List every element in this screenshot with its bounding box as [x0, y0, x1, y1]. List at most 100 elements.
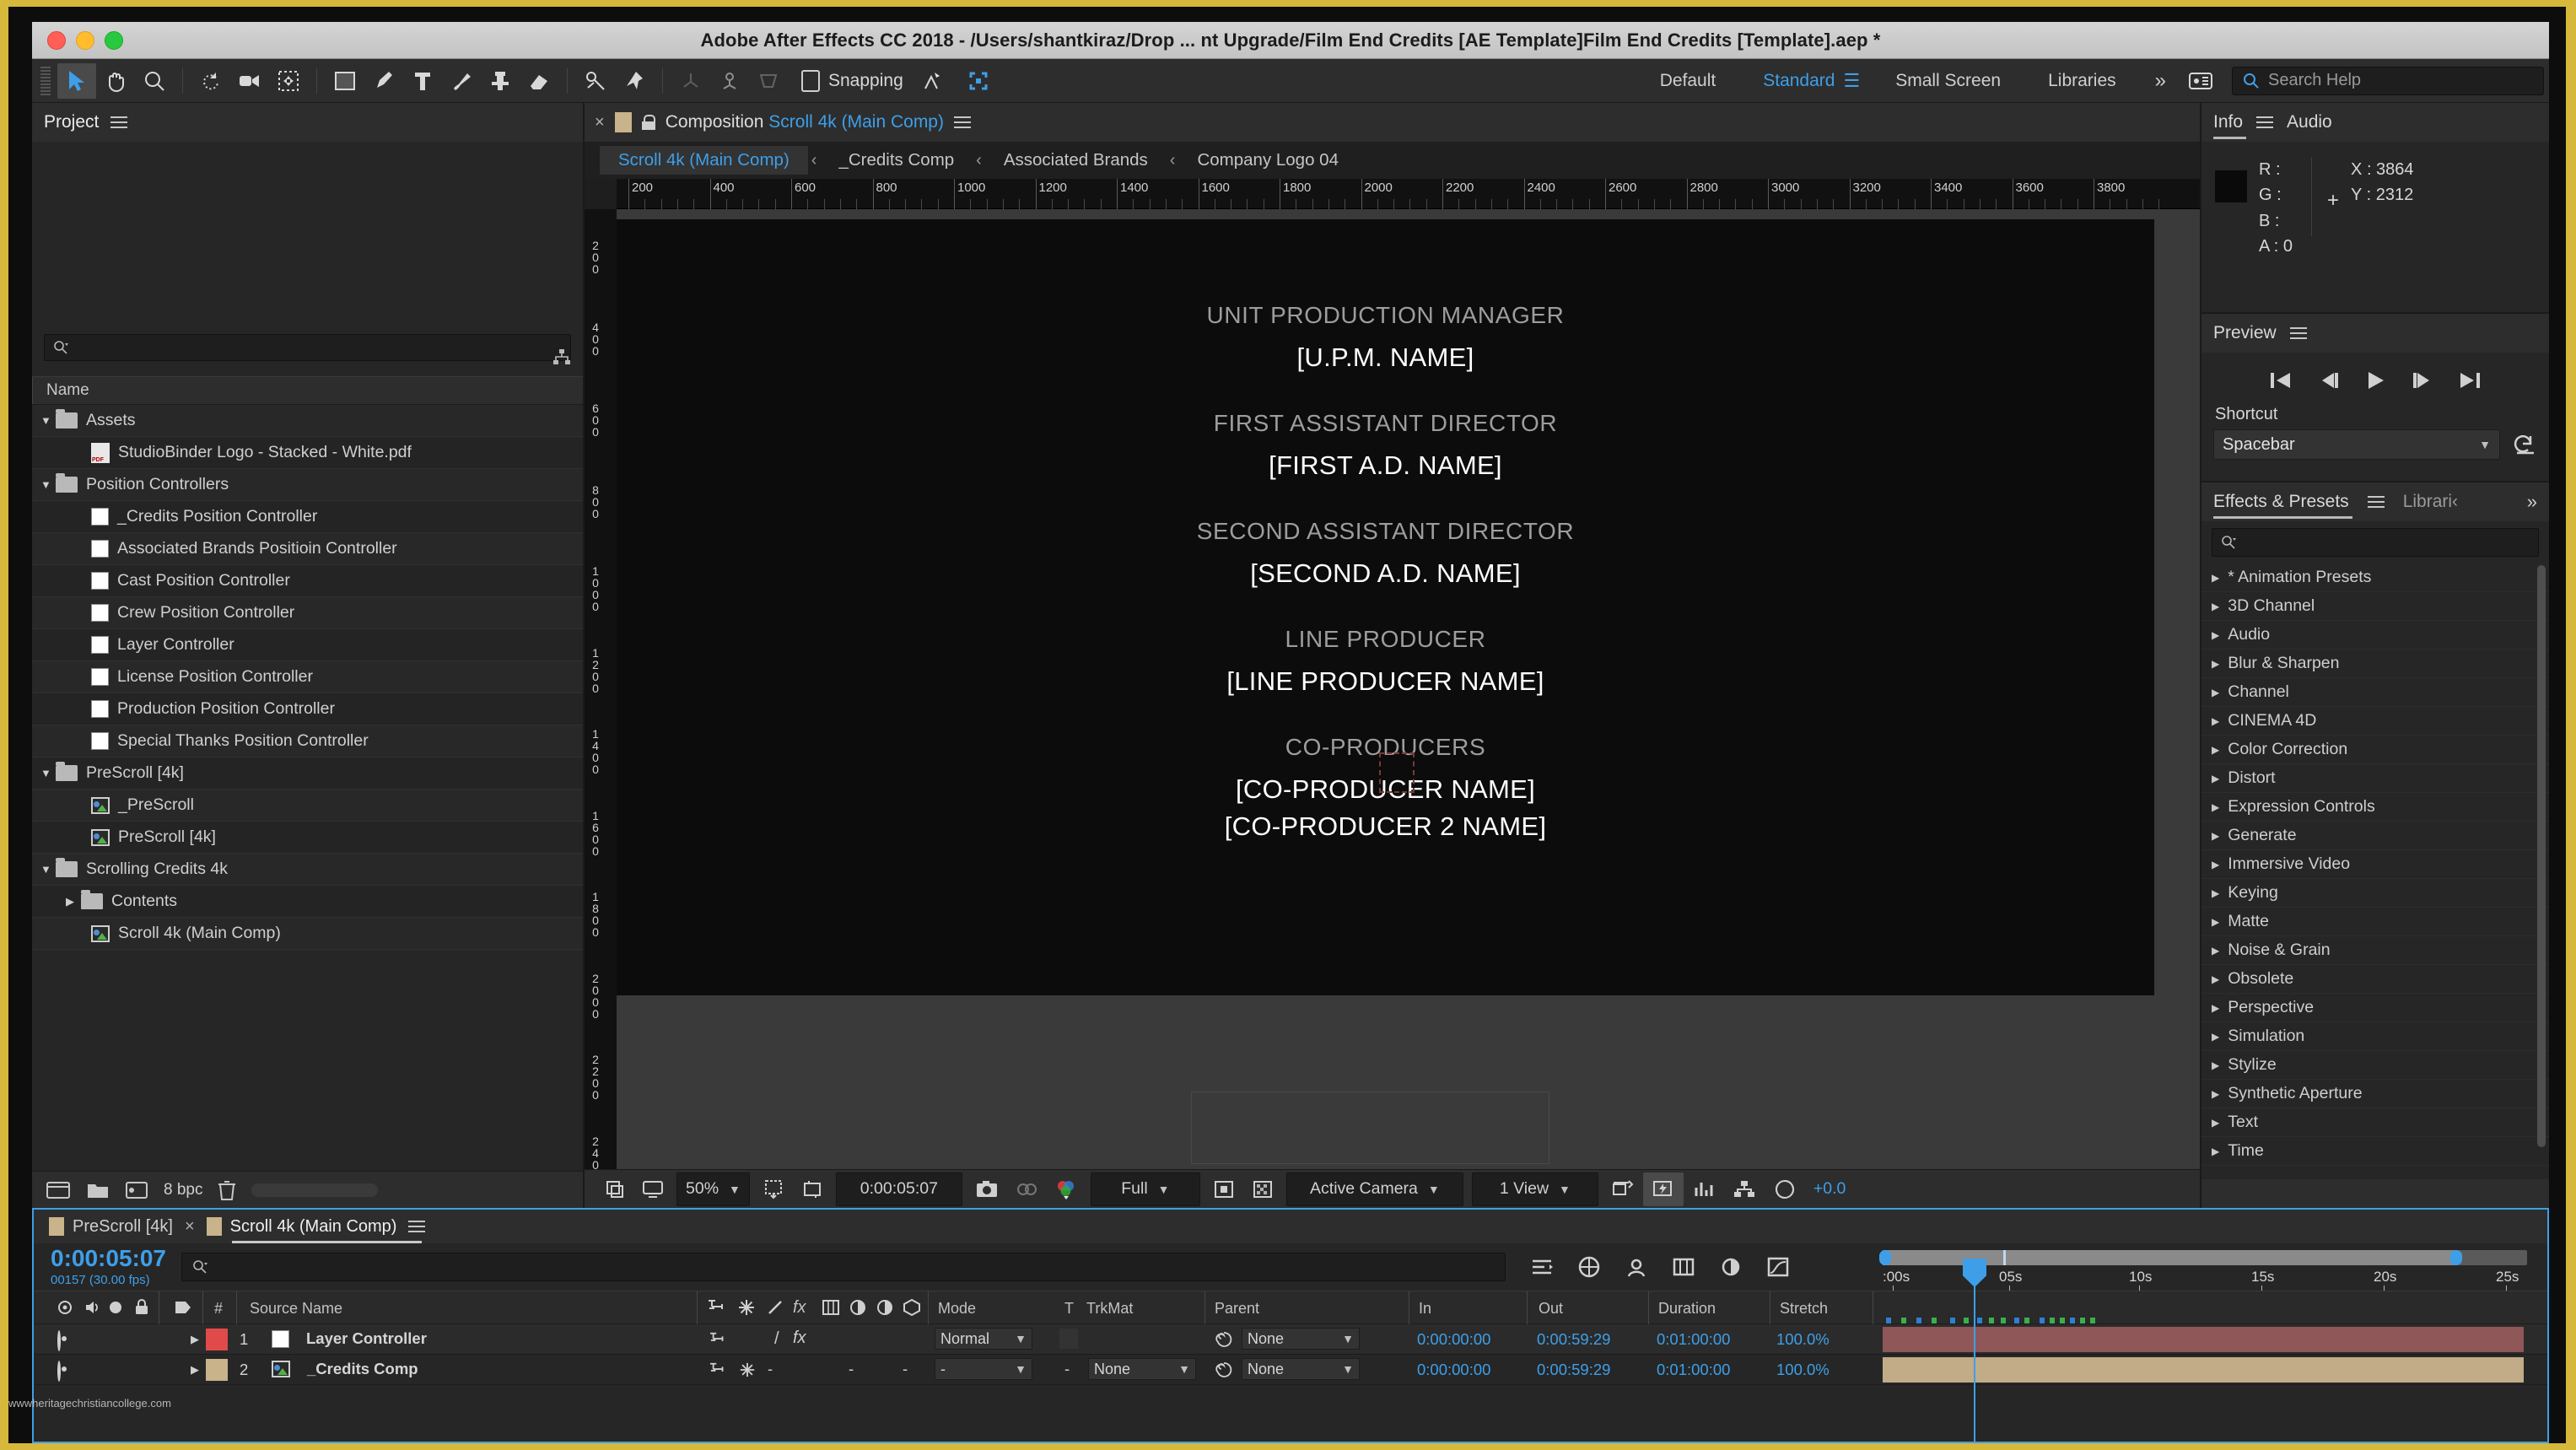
breadcrumb-item[interactable]: Associated Brands	[985, 150, 1167, 170]
close-timeline-tab-icon[interactable]: ×	[185, 1217, 195, 1237]
effects-category-row[interactable]: ▶ CINEMA 4D	[2201, 707, 2549, 736]
layer-trkmat-select[interactable]: None ▼	[1088, 1358, 1196, 1380]
solo-header-icon[interactable]	[110, 1302, 121, 1313]
timeline-panel-menu-icon[interactable]	[408, 1217, 426, 1236]
graph-editor-icon[interactable]	[1765, 1254, 1791, 1280]
layer-parent-switch-icon[interactable]	[709, 1331, 729, 1352]
workspace-standard[interactable]: Standard	[1739, 71, 1858, 91]
effects-category-row[interactable]: ▶ Keying	[2201, 879, 2549, 908]
effects-category-row[interactable]: ▶ 3D Channel	[2201, 592, 2549, 621]
project-color-depth[interactable]: 8 bpc	[164, 1181, 202, 1199]
label-header-icon[interactable]	[174, 1299, 192, 1320]
toggle-transparency-grid-icon[interactable]	[1243, 1172, 1282, 1206]
camera-view-select[interactable]: Active Camera ▼	[1285, 1172, 1463, 1206]
project-item[interactable]: ▼ PreScroll [4k]	[32, 757, 583, 790]
pixel-aspect-correction-icon[interactable]	[1603, 1172, 1643, 1206]
effects-category-row[interactable]: ▶ Channel	[2201, 678, 2549, 707]
effects-category-row[interactable]: ▶ Expression Controls	[2201, 793, 2549, 822]
lock-icon[interactable]	[641, 115, 655, 130]
new-folder-icon[interactable]	[86, 1180, 110, 1200]
take-snapshot-icon[interactable]	[967, 1172, 1007, 1206]
layer-fx-icon[interactable]: fx	[793, 1329, 806, 1348]
time-indicator[interactable]	[1963, 1259, 1986, 1442]
layer-in-time[interactable]: 0:00:00:00	[1417, 1330, 1490, 1349]
first-frame-button[interactable]	[2268, 369, 2293, 391]
chevron-right-icon[interactable]: ▶	[2212, 830, 2219, 842]
project-flowchart-icon[interactable]	[552, 349, 571, 370]
new-comp-icon[interactable]	[46, 1180, 71, 1200]
last-frame-button[interactable]	[2457, 369, 2482, 391]
breadcrumb-item[interactable]: _Credits Comp	[820, 150, 973, 170]
project-item[interactable]: _Credits Position Controller	[32, 501, 583, 533]
puppet-pin-tool-button[interactable]	[615, 63, 654, 99]
effects-category-row[interactable]: ▶ Time	[2201, 1137, 2549, 1166]
effects-category-row[interactable]: ▶ Obsolete	[2201, 965, 2549, 994]
chevron-right-icon[interactable]: ▶	[2212, 744, 2219, 756]
composition-mini-flowchart-icon[interactable]	[1529, 1254, 1555, 1280]
hide-shy-layers-icon[interactable]	[1624, 1254, 1649, 1280]
project-item[interactable]: Associated Brands Positioin Controller	[32, 533, 583, 565]
fast-previews-icon[interactable]	[1642, 1172, 1684, 1206]
preview-panel-menu-icon[interactable]	[2289, 324, 2307, 342]
tab-effects-presets[interactable]: Effects & Presets	[2213, 492, 2352, 519]
effects-search-field[interactable]	[2212, 528, 2539, 557]
project-item[interactable]: License Position Controller	[32, 661, 583, 693]
breadcrumb-item[interactable]: Scroll 4k (Main Comp)	[600, 146, 808, 175]
layer-label-color[interactable]	[206, 1359, 228, 1381]
selection-tool-button[interactable]	[57, 62, 96, 99]
project-column-name[interactable]: Name	[32, 377, 583, 404]
snapping-control[interactable]: Snapping	[801, 63, 998, 99]
layer-video-toggle[interactable]	[57, 1330, 61, 1351]
effects-category-row[interactable]: ▶ * Animation Presets	[2201, 563, 2549, 592]
rotation-tool-button[interactable]	[191, 63, 230, 99]
toolbar-grip[interactable]	[40, 66, 51, 95]
table-row[interactable]: ▶ 2 _Credits Comp - - - - ▼ - None ▼ None ▼ 0:00:00:0…	[34, 1355, 2547, 1385]
chevron-right-icon[interactable]: ▶	[2212, 658, 2219, 670]
layer-label-color[interactable]	[206, 1329, 228, 1350]
chevron-right-icon[interactable]: ▶	[2212, 687, 2219, 698]
chevron-down-icon[interactable]: ▼	[40, 863, 56, 876]
channel-select-icon[interactable]	[1046, 1172, 1086, 1206]
project-item[interactable]: _PreScroll	[32, 790, 583, 822]
column-header-out[interactable]: Out	[1539, 1300, 1563, 1318]
effects-category-row[interactable]: ▶ Noise & Grain	[2201, 936, 2549, 965]
parent-pickwhip-icon[interactable]	[1215, 1330, 1233, 1353]
tab-project[interactable]: Project	[44, 112, 99, 132]
brush-tool-button[interactable]	[442, 63, 481, 99]
project-panel-menu-icon[interactable]	[110, 113, 128, 132]
always-preview-icon[interactable]	[596, 1172, 633, 1206]
column-header-stretch[interactable]: Stretch	[1780, 1300, 1828, 1318]
chevron-right-icon[interactable]: ▶	[2212, 715, 2219, 727]
column-header-source-name[interactable]: Source Name	[250, 1300, 342, 1318]
chevron-right-icon[interactable]: ▶	[2212, 1088, 2219, 1100]
exposure-reset-icon[interactable]	[1765, 1172, 1805, 1206]
project-settings-icon[interactable]	[125, 1180, 148, 1200]
layer-quality-icon[interactable]	[739, 1361, 756, 1383]
play-button[interactable]	[2363, 369, 2388, 391]
tab-libraries[interactable]: Librari‹	[2403, 492, 2458, 512]
draft-3d-icon[interactable]	[1576, 1254, 1602, 1280]
layer-mode-select[interactable]: - ▼	[935, 1358, 1032, 1380]
expand-layer-icon[interactable]: ▶	[191, 1333, 199, 1346]
column-header-in[interactable]: In	[1419, 1300, 1431, 1318]
workspace-overflow-icon[interactable]: »	[2140, 69, 2181, 93]
workspace-small-screen[interactable]: Small Screen	[1872, 71, 2024, 91]
shortcut-select[interactable]: Spacebar ▼	[2213, 429, 2500, 460]
motion-blur-icon[interactable]	[1718, 1254, 1743, 1280]
previous-frame-button[interactable]	[2315, 369, 2341, 391]
clone-stamp-tool-button[interactable]	[481, 63, 520, 99]
project-item[interactable]: Production Position Controller	[32, 693, 583, 725]
chevron-right-icon[interactable]: ▶	[2212, 973, 2219, 985]
timeline-tab-prescroll[interactable]: PreScroll [4k]	[49, 1217, 173, 1237]
layer-parent-select[interactable]: None ▼	[1242, 1358, 1360, 1380]
show-snapshot-icon[interactable]	[1007, 1172, 1046, 1206]
exposure-value[interactable]: +0.0	[1805, 1172, 1855, 1206]
column-header-duration[interactable]: Duration	[1658, 1300, 1716, 1318]
chevron-right-icon[interactable]: ▶	[2212, 801, 2219, 813]
chevron-down-icon[interactable]: ▼	[40, 767, 56, 779]
chevron-right-icon[interactable]: ▶	[2212, 945, 2219, 957]
workspace-default[interactable]: Default	[1636, 71, 1740, 91]
chevron-right-icon[interactable]: ▶	[2212, 1059, 2219, 1071]
tab-audio[interactable]: Audio	[2287, 112, 2332, 132]
layer-duration[interactable]: 0:01:00:00	[1657, 1330, 1730, 1349]
